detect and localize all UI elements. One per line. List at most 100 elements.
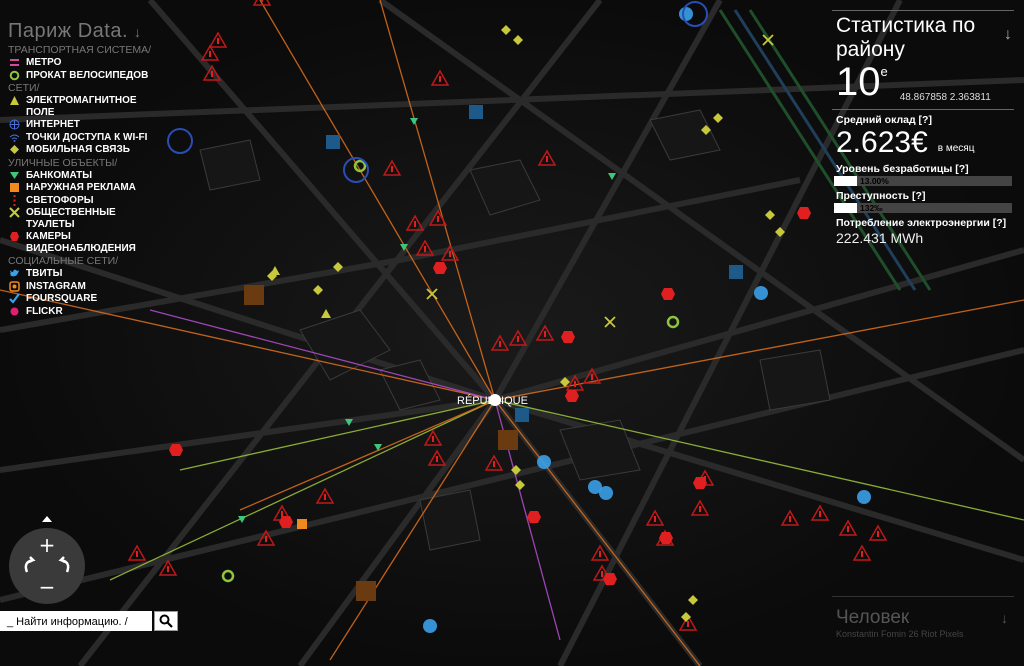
traffic-light-icon[interactable] bbox=[861, 551, 863, 557]
legend-title[interactable]: Париж Data. ↓ bbox=[8, 20, 163, 43]
legend-item-label: МЕТРО bbox=[26, 57, 62, 68]
traffic-light-icon[interactable] bbox=[601, 571, 603, 577]
atm-icon bbox=[8, 170, 20, 181]
map-navigation-control[interactable]: + − bbox=[7, 516, 87, 604]
traffic-light-icon[interactable] bbox=[544, 331, 546, 337]
collapse-arrow-icon[interactable]: ↓ bbox=[1004, 26, 1012, 44]
instagram-icon[interactable] bbox=[356, 581, 376, 601]
traffic-light-icon[interactable] bbox=[424, 246, 426, 252]
foursquare-icon[interactable] bbox=[515, 408, 529, 422]
foursquare-icon[interactable] bbox=[729, 265, 743, 279]
traffic-light-icon[interactable] bbox=[217, 38, 219, 44]
traffic-light-icon[interactable] bbox=[391, 166, 393, 172]
traffic-light-icon[interactable] bbox=[211, 71, 213, 77]
legend-item[interactable]: ТОЧКИ ДОСТУПА К WI-FI bbox=[8, 132, 163, 144]
traffic-light-icon[interactable] bbox=[265, 536, 267, 542]
legend-item-label: ЭЛЕКТРОМАГНИТНОЕ ПОЛЕ bbox=[26, 95, 137, 118]
legend-item[interactable]: МЕТРО bbox=[8, 57, 163, 69]
crime-label[interactable]: Преступность [?] bbox=[836, 190, 1014, 202]
legend-item[interactable]: ОБЩЕСТВЕННЫЕ ТУАЛЕТЫ bbox=[8, 207, 163, 230]
twitter-icon[interactable] bbox=[599, 486, 613, 500]
arrow-down-icon[interactable]: ↓ bbox=[134, 24, 142, 40]
zoom-out-button[interactable]: − bbox=[39, 575, 56, 599]
camera-icon[interactable] bbox=[279, 516, 293, 528]
district-number: 10 bbox=[836, 60, 881, 104]
traffic-light-icon[interactable] bbox=[517, 336, 519, 342]
traffic-light-icon[interactable] bbox=[819, 511, 821, 517]
traffic-light-icon[interactable] bbox=[654, 516, 656, 522]
twitter-icon[interactable] bbox=[537, 455, 551, 469]
unemployment-value: 13.00% bbox=[860, 176, 889, 186]
legend-item[interactable]: КАМЕРЫ ВИДЕОНАБЛЮДЕНИЯ bbox=[8, 231, 163, 254]
traffic-light-icon[interactable] bbox=[847, 526, 849, 532]
traffic-light-icon[interactable] bbox=[449, 251, 451, 257]
search-input[interactable]: _ Найти информацию. / bbox=[0, 611, 152, 631]
instagram-icon[interactable] bbox=[244, 285, 264, 305]
expand-arrow-icon[interactable]: ↓ bbox=[1001, 610, 1008, 626]
traffic-light-icon[interactable] bbox=[167, 566, 169, 572]
legend-item-label: СВЕТОФОРЫ bbox=[26, 194, 94, 206]
legend-item[interactable]: FLICKR bbox=[8, 306, 163, 318]
traffic-light-icon[interactable] bbox=[591, 374, 593, 380]
unemployment-label[interactable]: Уровень безработицы [?] bbox=[836, 163, 1014, 175]
legend-item[interactable]: FOURSQUARE bbox=[8, 293, 163, 305]
chevron-up-icon[interactable] bbox=[42, 516, 52, 522]
traffic-light-icon[interactable] bbox=[789, 516, 791, 522]
traffic-light-icon[interactable] bbox=[493, 461, 495, 467]
instagram-icon[interactable] bbox=[498, 430, 518, 450]
traffic-light-icon[interactable] bbox=[546, 156, 548, 162]
traffic-light-icon[interactable] bbox=[499, 341, 501, 347]
internet-icon bbox=[8, 119, 20, 130]
legend-item-label: ОБЩЕСТВЕННЫЕ ТУАЛЕТЫ bbox=[26, 207, 116, 230]
crime-bar-fill bbox=[834, 203, 858, 213]
legend-item[interactable]: ПРОКАТ ВЕЛОСИПЕДОВ bbox=[8, 70, 163, 82]
legend-item[interactable]: INSTAGRAM bbox=[8, 281, 163, 293]
energy-label[interactable]: Потребление электроэнергии [?] bbox=[836, 217, 1014, 229]
billboard-icon[interactable] bbox=[297, 519, 307, 529]
camera-icon[interactable] bbox=[433, 262, 447, 274]
foursquare-icon bbox=[8, 293, 20, 304]
search-button[interactable] bbox=[154, 611, 178, 631]
twitter-icon[interactable] bbox=[423, 619, 437, 633]
legend-item[interactable]: БАНКОМАТЫ bbox=[8, 170, 163, 182]
zoom-in-button[interactable]: + bbox=[39, 533, 56, 557]
human-title[interactable]: Человек bbox=[836, 607, 1014, 629]
traffic-light-icon[interactable] bbox=[324, 494, 326, 500]
twitter-icon[interactable] bbox=[754, 286, 768, 300]
traffic-light-icon[interactable] bbox=[209, 51, 211, 57]
crime-bar: 132‰ bbox=[834, 203, 1012, 213]
legend-item[interactable]: ЭЛЕКТРОМАГНИТНОЕ ПОЛЕ bbox=[8, 95, 163, 118]
traffic-light-icon[interactable] bbox=[877, 531, 879, 537]
legend-item-label: FOURSQUARE bbox=[26, 293, 98, 304]
traffic-light-icon[interactable] bbox=[699, 506, 701, 512]
traffic-light-icon[interactable] bbox=[687, 621, 689, 627]
mobile-diamond-icon bbox=[8, 144, 20, 155]
traffic-light-icon[interactable] bbox=[432, 436, 434, 442]
salary-label[interactable]: Средний оклад [?] bbox=[836, 114, 1014, 126]
traffic-light-icon[interactable] bbox=[136, 551, 138, 557]
legend-item[interactable]: МОБИЛЬНАЯ СВЯЗЬ bbox=[8, 144, 163, 156]
foursquare-icon[interactable] bbox=[469, 105, 483, 119]
coordinates: 48.867858 2.363811 bbox=[899, 92, 991, 103]
traffic-light-icon[interactable] bbox=[437, 216, 439, 222]
twitter-icon[interactable] bbox=[679, 7, 693, 21]
foursquare-icon[interactable] bbox=[326, 135, 340, 149]
traffic-light-icon[interactable] bbox=[414, 221, 416, 227]
traffic-light-icon[interactable] bbox=[261, 0, 263, 2]
twitter-icon[interactable] bbox=[857, 490, 871, 504]
legend-item[interactable]: ТВИТЫ bbox=[8, 268, 163, 280]
traffic-light-icon[interactable] bbox=[599, 551, 601, 557]
legend-item-label: INSTAGRAM bbox=[26, 280, 86, 292]
search-icon bbox=[159, 614, 173, 628]
legend-item[interactable]: ИНТЕРНЕТ bbox=[8, 119, 163, 131]
camera-icon[interactable] bbox=[169, 444, 183, 456]
traffic-light-icon[interactable] bbox=[436, 456, 438, 462]
legend-item[interactable]: НАРУЖНАЯ РЕКЛАМА bbox=[8, 182, 163, 194]
legend-item-label: ПРОКАТ ВЕЛОСИПЕДОВ bbox=[26, 69, 149, 81]
bike-rental-icon bbox=[8, 70, 20, 81]
legend-item[interactable]: СВЕТОФОРЫ bbox=[8, 194, 163, 207]
traffic-light-icon[interactable] bbox=[574, 381, 576, 387]
legend-item-label: МОБИЛЬНАЯ СВЯЗЬ bbox=[26, 144, 130, 155]
district-stats-panel: Статистика по району ↓ 10 е 48.867858 2.… bbox=[832, 10, 1014, 246]
traffic-light-icon[interactable] bbox=[439, 76, 441, 82]
